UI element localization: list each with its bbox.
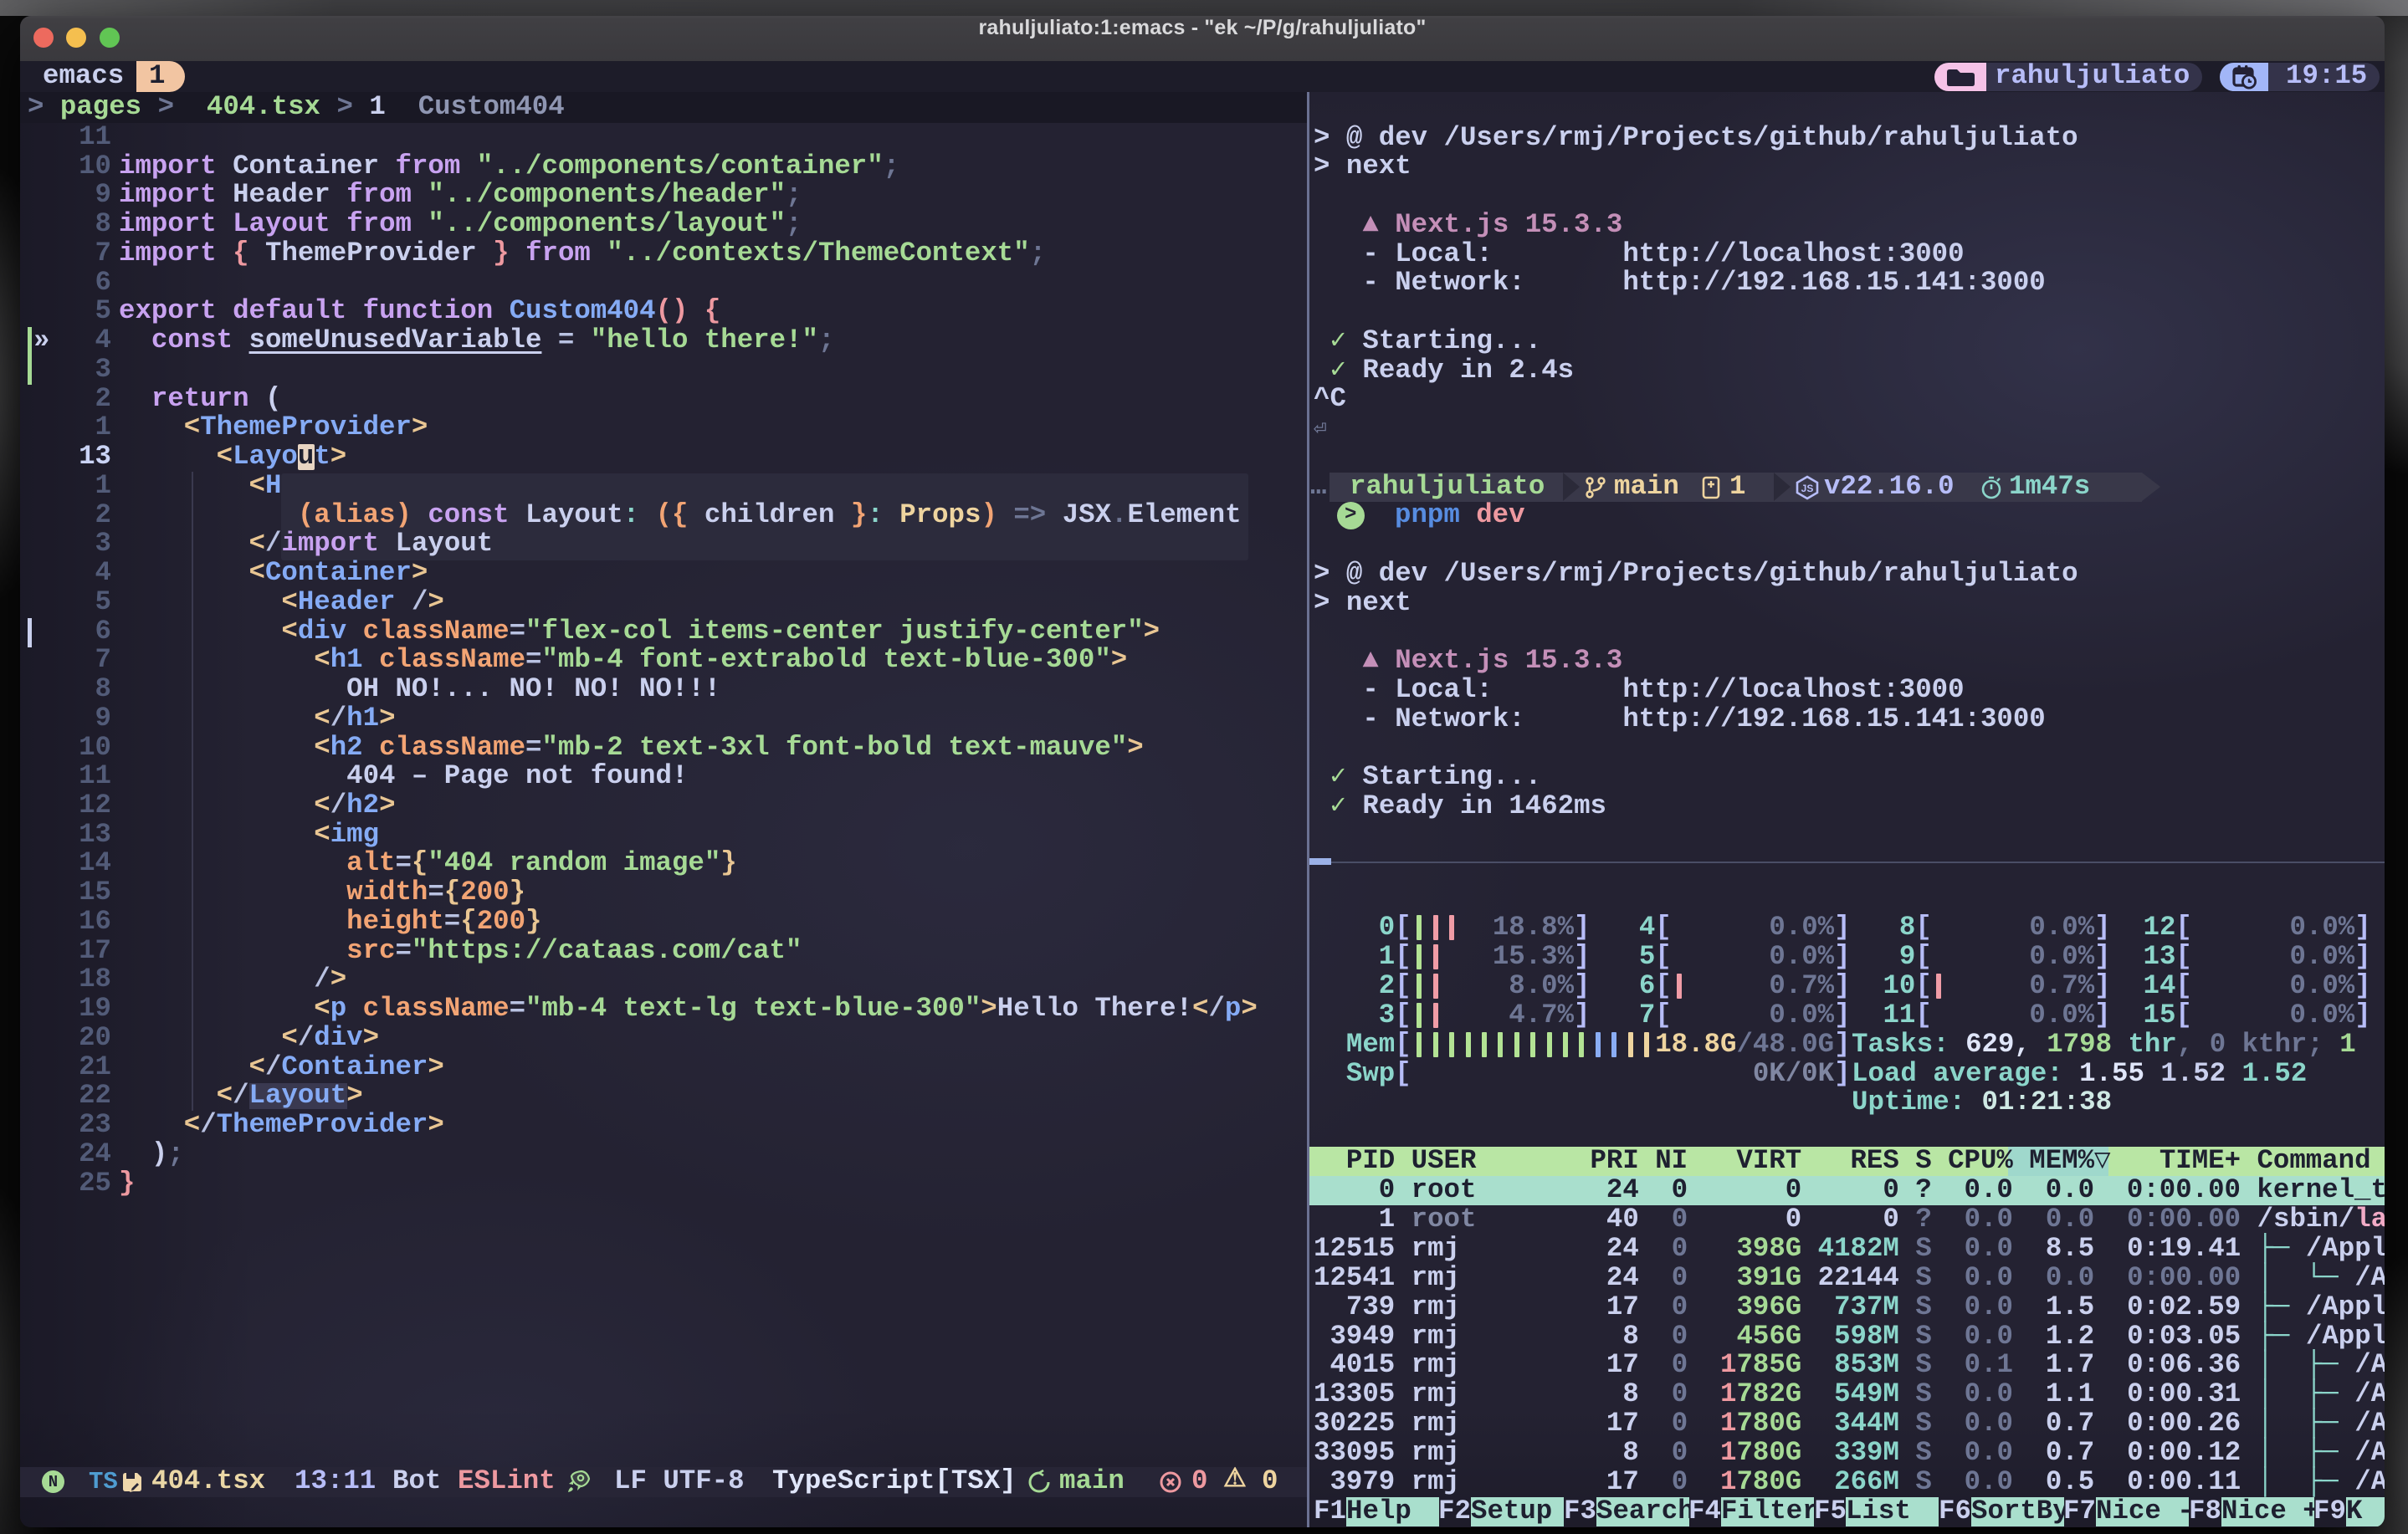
svg-text:JS: JS — [1801, 483, 1814, 494]
